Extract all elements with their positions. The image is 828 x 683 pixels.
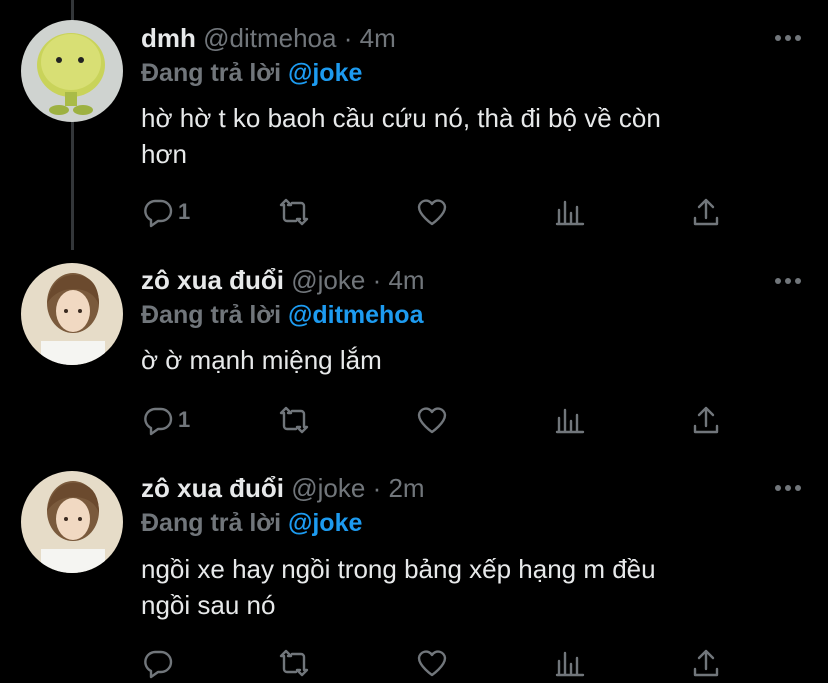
like-icon: [417, 199, 447, 226]
replying-to-mention[interactable]: @joke: [288, 59, 362, 87]
reply-count: 1: [178, 407, 191, 432]
tweet-text-line: ngồi sau nó: [141, 590, 276, 620]
tweet-actions: [142, 647, 742, 679]
tweet-text-line: hờ hờ t ko baoh cầu cứu nó, thà đi bộ về…: [141, 103, 661, 133]
retweet-icon: [279, 406, 309, 434]
replying-to: Đang trả lời @joke: [141, 57, 362, 89]
share-icon: [693, 198, 719, 226]
display-name[interactable]: zô xua đuổi: [141, 265, 284, 295]
tweet-text: ờ ờ mạnh miệng lắm: [141, 342, 781, 378]
avatar[interactable]: [21, 263, 123, 365]
separator-dot: ·: [372, 265, 382, 295]
timestamp[interactable]: 4m: [388, 265, 424, 295]
tweet-actions: 1: [142, 196, 742, 228]
more-options-icon[interactable]: [772, 482, 804, 494]
tweet-text-line: ngồi xe hay ngồi trong bảng xếp hạng m đ…: [141, 554, 656, 584]
tweet-header: zô xua đuổi @joke · 4m: [141, 264, 425, 296]
like-button[interactable]: [416, 647, 448, 679]
replying-to: Đang trả lời @joke: [141, 507, 362, 539]
user-handle[interactable]: @joke: [291, 265, 365, 295]
more-options-icon[interactable]: [772, 32, 804, 44]
views-icon: [555, 200, 585, 226]
avatar[interactable]: [21, 471, 123, 573]
tweet-header: dmh @ditmehoa · 4m: [141, 22, 396, 54]
reply-button[interactable]: 1: [142, 404, 190, 436]
tweet-header: zô xua đuổi @joke · 2m: [141, 472, 425, 504]
tweet-text-line: hơn: [141, 139, 187, 169]
share-icon: [693, 649, 719, 677]
replying-to-mention[interactable]: @joke: [288, 509, 362, 537]
views-button[interactable]: [554, 404, 586, 436]
timestamp[interactable]: 2m: [388, 473, 424, 503]
replying-to-label: Đang trả lời: [141, 301, 282, 329]
separator-dot: ·: [372, 473, 382, 503]
display-name[interactable]: zô xua đuổi: [141, 473, 284, 503]
share-icon: [693, 406, 719, 434]
separator-dot: ·: [343, 23, 353, 53]
reply-count: 1: [178, 199, 191, 224]
replying-to-mention[interactable]: @ditmehoa: [288, 301, 424, 329]
user-handle[interactable]: @ditmehoa: [203, 23, 336, 53]
display-name[interactable]: dmh: [141, 23, 196, 53]
share-button[interactable]: [690, 647, 722, 679]
reply-icon: [144, 650, 173, 679]
share-button[interactable]: [690, 404, 722, 436]
reply-icon: [144, 199, 173, 228]
retweet-button[interactable]: [278, 647, 310, 679]
views-button[interactable]: [554, 196, 586, 228]
views-icon: [555, 408, 585, 434]
like-button[interactable]: [416, 196, 448, 228]
tweet-actions: 1: [142, 404, 742, 436]
reply-button[interactable]: [142, 647, 178, 679]
like-icon: [417, 407, 447, 434]
user-handle[interactable]: @joke: [291, 473, 365, 503]
avatar[interactable]: [21, 20, 123, 122]
tweet-text-line: ờ ờ mạnh miệng lắm: [141, 345, 382, 375]
retweet-button[interactable]: [278, 404, 310, 436]
reply-button[interactable]: 1: [142, 196, 190, 228]
replying-to-label: Đang trả lời: [141, 59, 282, 87]
retweet-icon: [279, 198, 309, 226]
more-options-icon[interactable]: [772, 275, 804, 287]
replying-to: Đang trả lời @ditmehoa: [141, 299, 423, 331]
retweet-button[interactable]: [278, 196, 310, 228]
timestamp[interactable]: 4m: [360, 23, 396, 53]
tweet-text: ngồi xe hay ngồi trong bảng xếp hạng m đ…: [141, 551, 781, 623]
like-button[interactable]: [416, 404, 448, 436]
views-button[interactable]: [554, 647, 586, 679]
tweet-text: hờ hờ t ko baoh cầu cứu nó, thà đi bộ về…: [141, 100, 781, 172]
reply-icon: [144, 407, 173, 436]
replying-to-label: Đang trả lời: [141, 509, 282, 537]
share-button[interactable]: [690, 196, 722, 228]
retweet-icon: [279, 649, 309, 677]
views-icon: [555, 651, 585, 677]
like-icon: [417, 650, 447, 677]
